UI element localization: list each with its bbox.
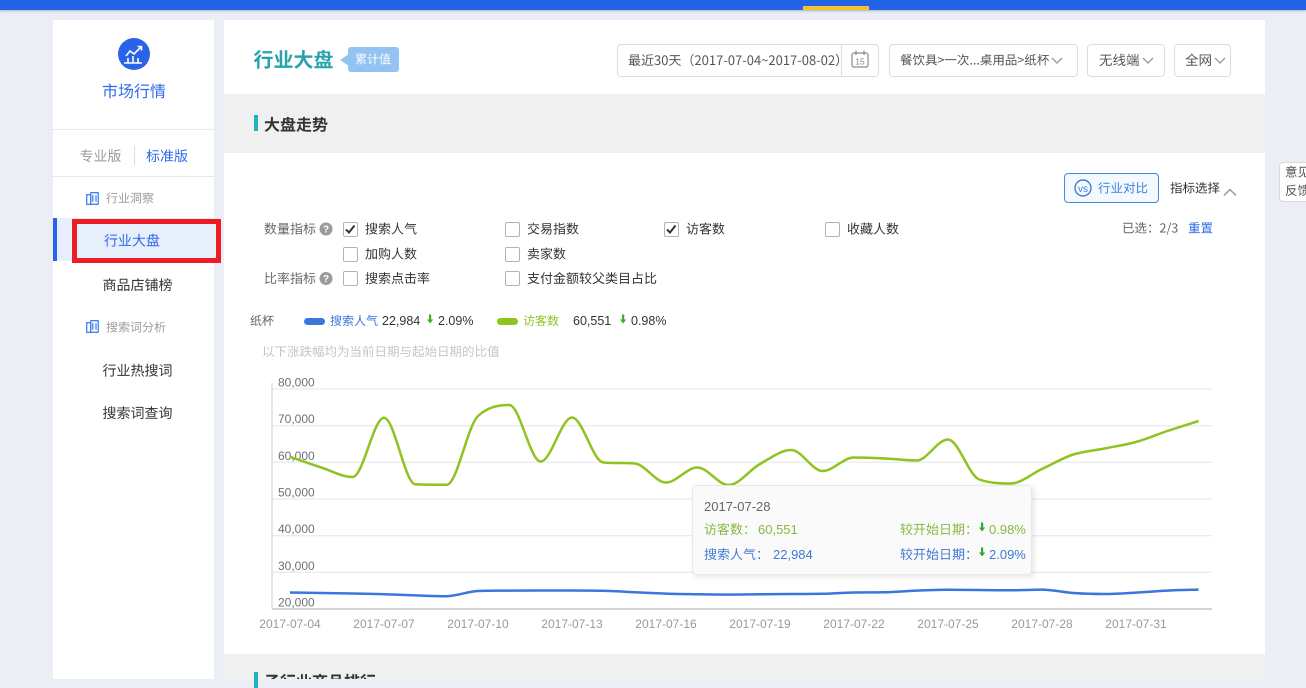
- svg-text:2.09%: 2.09%: [989, 547, 1026, 562]
- svg-text:60,551: 60,551: [758, 522, 798, 537]
- svg-text:15: 15: [855, 57, 865, 67]
- svg-text:?: ?: [323, 274, 329, 285]
- svg-text:?: ?: [323, 225, 329, 236]
- svg-text:0.98%: 0.98%: [989, 522, 1026, 537]
- svg-text:0.98%: 0.98%: [631, 314, 666, 328]
- svg-text:2.09%: 2.09%: [438, 314, 473, 328]
- svg-text:2017-07-28: 2017-07-28: [704, 499, 771, 514]
- svg-text:vs: vs: [1078, 184, 1088, 195]
- svg-text:22,984: 22,984: [382, 314, 420, 328]
- svg-text:60,551: 60,551: [573, 314, 611, 328]
- svg-text:22,984: 22,984: [773, 547, 813, 562]
